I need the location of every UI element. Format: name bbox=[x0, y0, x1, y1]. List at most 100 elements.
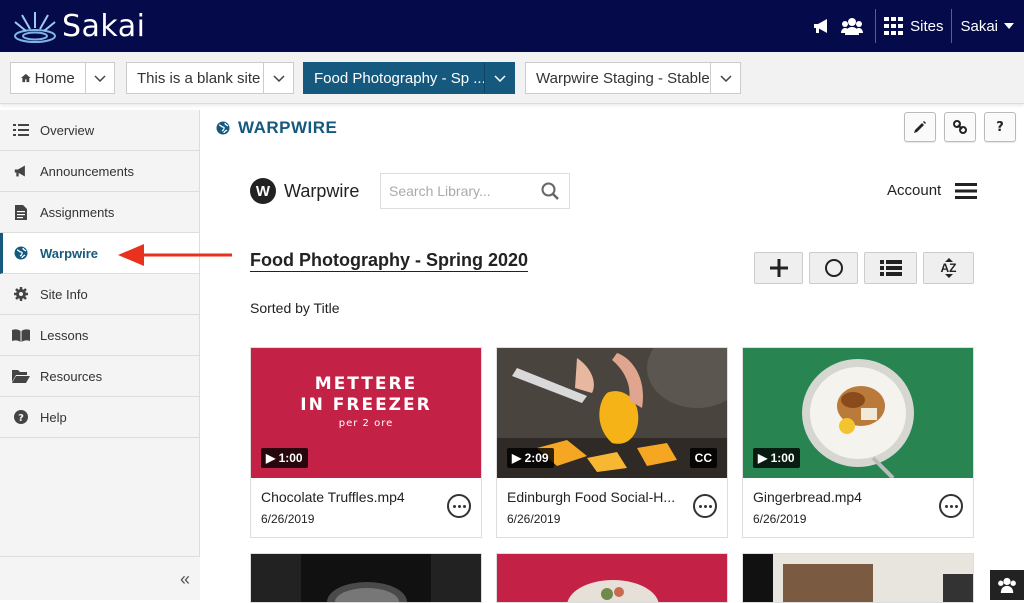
list-icon bbox=[12, 122, 30, 138]
sidebar-item-label: Announcements bbox=[40, 164, 134, 179]
chevron-down-icon bbox=[720, 75, 732, 82]
media-card[interactable]: ▶ 2:09 CC Edinburgh Food Social-H... 6/2… bbox=[496, 347, 728, 538]
sidebar-item-label: Lessons bbox=[40, 328, 88, 343]
site-tab-warpwire-staging[interactable]: Warpwire Staging - Stable bbox=[525, 62, 741, 94]
media-card[interactable] bbox=[250, 553, 482, 603]
sidebar-item-overview[interactable]: Overview bbox=[0, 110, 199, 151]
video-thumbnail[interactable]: ▶ 2:09 CC bbox=[497, 348, 727, 478]
question-icon: ? bbox=[996, 120, 1004, 135]
site-tab-home-dropdown[interactable] bbox=[85, 63, 114, 93]
thumbnail-text: METTERE bbox=[251, 374, 481, 395]
video-date: 6/26/2019 bbox=[261, 512, 314, 526]
sorted-by-label: Sorted by Title bbox=[250, 300, 340, 316]
more-options-button[interactable] bbox=[939, 494, 963, 518]
sakai-logo-icon bbox=[12, 6, 58, 46]
sort-button[interactable]: AZ bbox=[923, 252, 974, 284]
sidebar-item-label: Resources bbox=[40, 369, 102, 384]
sidebar-item-announcements[interactable]: Announcements bbox=[0, 151, 199, 192]
more-options-button[interactable] bbox=[447, 494, 471, 518]
sites-button[interactable]: Sites bbox=[884, 17, 943, 35]
site-tab-blank-site-dropdown[interactable] bbox=[263, 63, 293, 93]
help-button[interactable]: ? bbox=[984, 112, 1016, 142]
site-tab-label: This is a blank site bbox=[127, 63, 263, 93]
globe-icon bbox=[216, 121, 230, 135]
caret-down-icon bbox=[1004, 23, 1014, 29]
duration-badge: ▶ 1:00 bbox=[753, 448, 800, 468]
gear-icon bbox=[12, 286, 30, 302]
more-options-button[interactable] bbox=[693, 494, 717, 518]
duration-text: 1:00 bbox=[279, 451, 303, 465]
site-tab-label: Food Photography - Sp ... bbox=[304, 63, 484, 93]
annotation-arrow-icon bbox=[118, 244, 234, 266]
account-label: Account bbox=[887, 182, 941, 199]
divider bbox=[875, 9, 876, 43]
collapse-sidebar-button[interactable]: « bbox=[180, 569, 190, 590]
account-menu[interactable]: Account bbox=[887, 182, 977, 199]
folder-open-icon bbox=[12, 368, 30, 384]
circle-icon bbox=[825, 259, 843, 277]
video-title[interactable]: Gingerbread.mp4 bbox=[753, 489, 933, 505]
tool-title: WARPWIRE bbox=[216, 118, 337, 138]
sidebar-collapse-bar: « bbox=[0, 556, 200, 600]
media-card[interactable] bbox=[496, 553, 728, 603]
chevron-down-icon bbox=[94, 75, 106, 82]
video-thumbnail[interactable]: METTERE IN FREEZER per 2 ore ▶ 1:00 bbox=[251, 348, 481, 478]
link-icon bbox=[953, 120, 967, 134]
site-tab-label: Home bbox=[35, 70, 75, 87]
sidebar-item-site-info[interactable]: Site Info bbox=[0, 274, 199, 315]
edit-button[interactable] bbox=[904, 112, 936, 142]
list-icon bbox=[880, 260, 902, 276]
sidebar-item-label: Site Info bbox=[40, 287, 88, 302]
media-card[interactable] bbox=[742, 553, 974, 603]
duration-text: 2:09 bbox=[525, 451, 549, 465]
video-thumbnail[interactable]: ▶ 1:00 bbox=[743, 348, 973, 478]
library-search bbox=[380, 173, 570, 209]
presence-button[interactable] bbox=[990, 570, 1024, 600]
video-date: 6/26/2019 bbox=[507, 512, 560, 526]
sidebar-item-help[interactable]: ? Help bbox=[0, 397, 199, 438]
add-media-button[interactable] bbox=[754, 252, 803, 284]
users-icon[interactable] bbox=[841, 15, 863, 37]
warpwire-brand-name: Warpwire bbox=[284, 181, 359, 202]
tool-actions: ? bbox=[904, 112, 1016, 142]
video-title[interactable]: Edinburgh Food Social-H... bbox=[507, 489, 687, 505]
sakai-logo[interactable]: Sakai bbox=[12, 6, 146, 46]
book-icon bbox=[12, 327, 30, 343]
svg-text:?: ? bbox=[18, 413, 24, 424]
video-date: 6/26/2019 bbox=[753, 512, 806, 526]
search-input[interactable] bbox=[381, 174, 531, 208]
site-tab-warpwire-staging-dropdown[interactable] bbox=[710, 63, 740, 93]
tool-sidebar: Overview Announcements Assignments Warpw… bbox=[0, 110, 200, 600]
sidebar-item-label: Overview bbox=[40, 123, 94, 138]
site-tab-blank-site[interactable]: This is a blank site bbox=[126, 62, 294, 94]
media-card[interactable]: ▶ 1:00 Gingerbread.mp4 6/26/2019 bbox=[742, 347, 974, 538]
sidebar-item-label: Warpwire bbox=[40, 246, 98, 261]
sidebar-item-label: Assignments bbox=[40, 205, 114, 220]
video-title[interactable]: Chocolate Truffles.mp4 bbox=[261, 489, 441, 505]
sidebar-item-assignments[interactable]: Assignments bbox=[0, 192, 199, 233]
plus-icon bbox=[770, 259, 788, 277]
megaphone-icon bbox=[12, 163, 30, 179]
sidebar-item-resources[interactable]: Resources bbox=[0, 356, 199, 397]
site-navigation: Home This is a blank site Food Photograp… bbox=[0, 52, 1024, 104]
tool-title-text: WARPWIRE bbox=[238, 118, 337, 138]
video-thumbnail bbox=[743, 554, 974, 603]
list-view-button[interactable] bbox=[864, 252, 917, 284]
media-card[interactable]: METTERE IN FREEZER per 2 ore ▶ 1:00 Choc… bbox=[250, 347, 482, 538]
site-tab-home[interactable]: Home bbox=[10, 62, 115, 94]
megaphone-icon[interactable] bbox=[811, 15, 833, 37]
site-tab-food-photography[interactable]: Food Photography - Sp ... bbox=[303, 62, 515, 94]
home-icon bbox=[21, 72, 31, 84]
sidebar-item-lessons[interactable]: Lessons bbox=[0, 315, 199, 356]
site-tab-food-photography-dropdown[interactable] bbox=[484, 63, 514, 93]
hamburger-menu-icon bbox=[955, 183, 977, 199]
link-button[interactable] bbox=[944, 112, 976, 142]
search-icon[interactable] bbox=[541, 182, 559, 205]
closed-captions-badge: CC bbox=[690, 448, 717, 468]
thumbnail-text: per 2 ore bbox=[251, 416, 481, 432]
library-title[interactable]: Food Photography - Spring 2020 bbox=[250, 250, 528, 271]
question-circle-icon: ? bbox=[12, 409, 30, 425]
warpwire-logo[interactable]: W Warpwire bbox=[250, 178, 359, 204]
record-button[interactable] bbox=[809, 252, 858, 284]
user-menu-button[interactable]: Sakai bbox=[960, 18, 1014, 35]
